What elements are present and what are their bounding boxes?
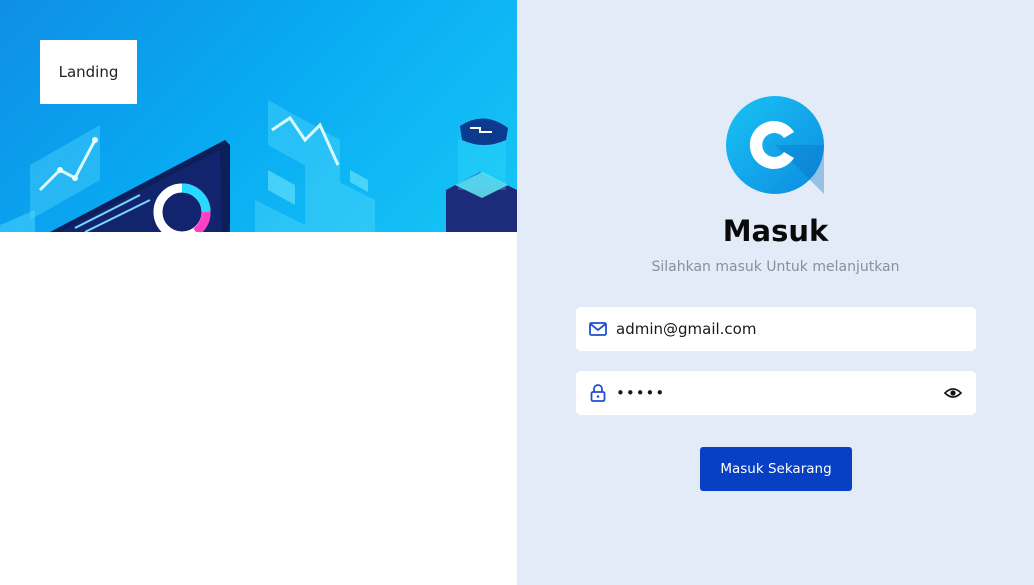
email-field[interactable]	[576, 307, 976, 351]
mail-icon	[589, 320, 607, 338]
isometric-dashboard-illustration	[0, 100, 517, 232]
lock-icon	[589, 384, 607, 402]
password-field[interactable]	[576, 371, 976, 415]
eye-icon[interactable]	[944, 384, 962, 402]
left-panel: Landing	[0, 0, 517, 585]
hero-illustration: Landing	[0, 0, 517, 232]
login-subtitle: Silahkan masuk Untuk melanjutkan	[651, 259, 900, 275]
landing-button[interactable]: Landing	[40, 40, 137, 104]
login-panel: Masuk Silahkan masuk Untuk melanjutkan a…	[517, 0, 1034, 585]
email-input[interactable]	[616, 307, 976, 351]
login-title: Masuk	[722, 214, 829, 248]
password-input[interactable]	[616, 371, 944, 415]
submit-button[interactable]: Masuk Sekarang	[700, 447, 852, 491]
app-logo	[726, 96, 824, 194]
